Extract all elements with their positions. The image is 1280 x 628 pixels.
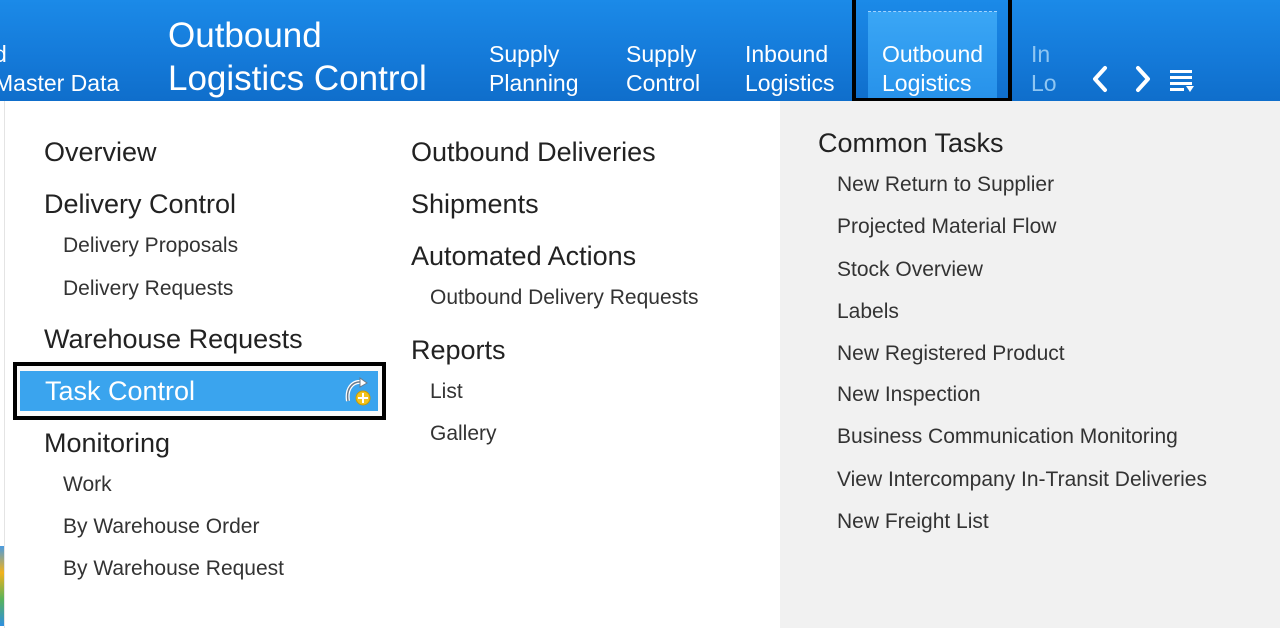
menu-outbound-deliveries[interactable]: Outbound Deliveries <box>411 137 656 168</box>
task-new-registered-product[interactable]: New Registered Product <box>837 342 1065 366</box>
tab-inbound-logistics[interactable]: Inbound Logistics <box>745 40 834 98</box>
menu-warehouse-requests[interactable]: Warehouse Requests <box>44 324 303 355</box>
menu-list-icon[interactable] <box>1168 67 1196 93</box>
chevron-left-icon[interactable] <box>1089 62 1113 96</box>
menu-monitoring[interactable]: Monitoring <box>44 428 170 459</box>
task-business-communication-monitoring[interactable]: Business Communication Monitoring <box>837 425 1178 449</box>
workcenter-title-line2: Logistics Control <box>168 59 427 98</box>
outbound-logistics-highlight-frame <box>852 0 1012 102</box>
task-projected-material-flow[interactable]: Projected Material Flow <box>837 215 1056 239</box>
workcenter-title-line1: Outbound <box>168 16 322 55</box>
tab-supply-control[interactable]: Supply Control <box>626 40 700 98</box>
tab-label-line1: Supply <box>626 41 697 67</box>
menu-list[interactable]: List <box>430 380 463 404</box>
menu-outbound-delivery-requests[interactable]: Outbound Delivery Requests <box>430 286 698 310</box>
tab-label-line1: In <box>1031 41 1051 67</box>
tab-label-line1: Inbound <box>745 41 829 67</box>
task-new-inspection[interactable]: New Inspection <box>837 383 981 407</box>
menu-shipments[interactable]: Shipments <box>411 189 539 220</box>
color-strip <box>0 546 4 626</box>
menu-gallery[interactable]: Gallery <box>430 422 497 446</box>
tab-inbound-partial[interactable]: In Lo <box>1031 40 1057 98</box>
chevron-right-icon[interactable] <box>1130 62 1154 96</box>
workcenter-title: Outbound Logistics Control <box>168 14 427 100</box>
tab-label-line2: Logistics <box>745 70 835 96</box>
tab-label-line2: Control <box>626 70 701 96</box>
tab-master-data-partial[interactable]: d Master Data <box>0 40 119 98</box>
task-labels[interactable]: Labels <box>837 300 899 324</box>
tab-label-line2: Planning <box>489 70 579 96</box>
top-navigation-bar: d Master Data Outbound Logistics Control… <box>0 0 1280 101</box>
common-tasks-title: Common Tasks <box>818 128 1004 158</box>
task-control-highlight-frame <box>13 362 386 420</box>
menu-delivery-requests[interactable]: Delivery Requests <box>63 277 233 301</box>
menu-automated-actions[interactable]: Automated Actions <box>411 241 636 272</box>
menu-overview[interactable]: Overview <box>44 137 157 168</box>
task-stock-overview[interactable]: Stock Overview <box>837 258 983 282</box>
left-edge-strip <box>0 101 5 628</box>
tab-master-data-line2: Master Data <box>0 70 120 96</box>
tab-label-line2: Lo <box>1031 70 1057 96</box>
task-new-freight-list[interactable]: New Freight List <box>837 510 989 534</box>
menu-by-warehouse-request[interactable]: By Warehouse Request <box>63 557 284 581</box>
tab-supply-planning[interactable]: Supply Planning <box>489 40 579 98</box>
menu-delivery-control[interactable]: Delivery Control <box>44 189 236 220</box>
task-view-intercompany-in-transit-deliveries[interactable]: View Intercompany In-Transit Deliveries <box>837 468 1207 492</box>
task-new-return-to-supplier[interactable]: New Return to Supplier <box>837 173 1054 197</box>
menu-by-warehouse-order[interactable]: By Warehouse Order <box>63 515 259 539</box>
menu-reports[interactable]: Reports <box>411 335 506 366</box>
tab-master-data-line1: d <box>0 41 7 67</box>
menu-delivery-proposals[interactable]: Delivery Proposals <box>63 234 238 258</box>
menu-work[interactable]: Work <box>63 473 112 497</box>
tab-label-line1: Supply <box>489 41 560 67</box>
